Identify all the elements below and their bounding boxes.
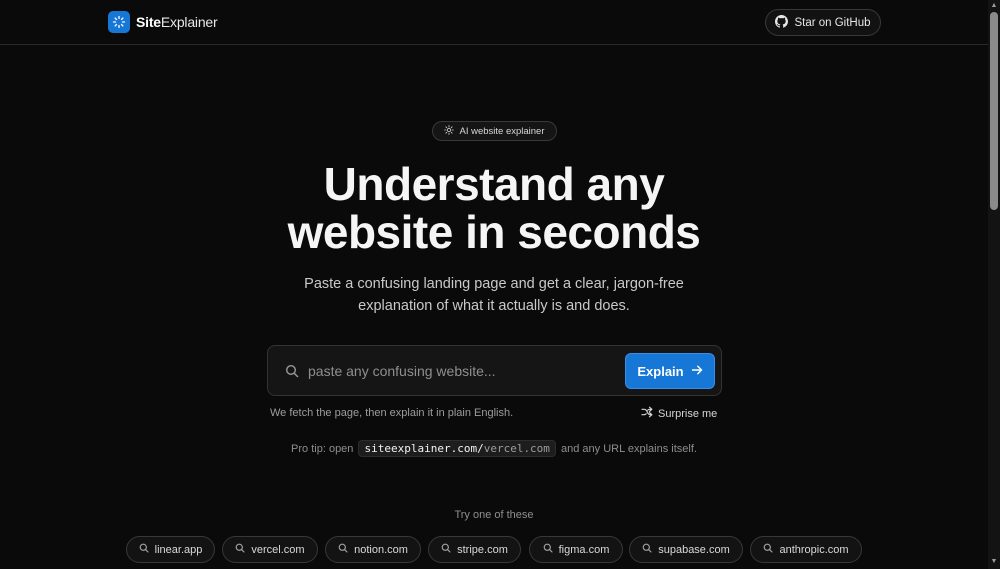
surprise-me-label: Surprise me	[658, 407, 718, 420]
hero-subtitle-line-2: explanation of what it actually is and d…	[358, 298, 630, 314]
scroll-up-arrow-icon[interactable]: ▲	[990, 2, 998, 10]
github-button-label: Star on GitHub	[794, 16, 871, 29]
pro-tip-code-host: siteexplainer.com/	[364, 442, 484, 455]
search-icon	[543, 543, 553, 556]
pro-tip-suffix: and any URL explains itself.	[561, 443, 697, 455]
example-sites-list: linear.app vercel.com notion.com stripe.…	[0, 536, 988, 563]
search-help-text: We fetch the page, then explain it in pl…	[270, 407, 514, 419]
search-icon	[235, 543, 245, 556]
pro-tip-code-path: vercel.com	[483, 442, 550, 455]
badge-label: AI website explainer	[459, 125, 545, 137]
brand-name-bold: Site	[136, 14, 161, 30]
hero-subtitle-line-1: Paste a confusing landing page and get a…	[304, 276, 684, 292]
search-icon	[285, 364, 299, 378]
sparkle-icon	[444, 124, 455, 138]
url-search-form: Explain	[267, 345, 722, 396]
explain-button[interactable]: Explain	[625, 353, 715, 389]
example-chip-label: vercel.com	[251, 543, 305, 556]
brand-loader-icon	[108, 11, 130, 33]
example-chip-label: figma.com	[558, 543, 610, 556]
example-chip[interactable]: supabase.com	[629, 536, 743, 563]
hero-title: Understand any website in seconds	[0, 160, 988, 256]
scrollbar-thumb[interactable]	[990, 12, 998, 210]
example-chip[interactable]: vercel.com	[222, 536, 318, 563]
url-input[interactable]	[308, 356, 618, 386]
star-on-github-button[interactable]: Star on GitHub	[765, 9, 881, 36]
hero-title-line-2: website in seconds	[287, 206, 701, 258]
scroll-down-arrow-icon[interactable]: ▼	[990, 558, 998, 566]
surprise-me-button[interactable]: Surprise me	[641, 406, 717, 421]
pro-tip: Pro tip: open siteexplainer.com/vercel.c…	[0, 440, 988, 457]
github-icon	[775, 14, 789, 31]
arrow-right-icon	[691, 364, 703, 379]
shuffle-icon	[641, 406, 653, 421]
example-chip-label: stripe.com	[457, 543, 508, 556]
pro-tip-prefix: Pro tip: open	[291, 443, 354, 455]
example-chip[interactable]: figma.com	[529, 536, 623, 563]
search-icon	[763, 543, 774, 556]
brand-name-rest: Explainer	[160, 14, 218, 30]
example-chip[interactable]: anthropic.com	[750, 536, 862, 563]
example-chip-label: anthropic.com	[779, 543, 849, 556]
explain-button-label: Explain	[637, 363, 684, 379]
search-icon	[441, 543, 451, 556]
try-examples-label: Try one of these	[454, 509, 534, 521]
example-chip[interactable]: stripe.com	[428, 536, 521, 563]
search-icon	[139, 543, 149, 556]
pro-tip-code[interactable]: siteexplainer.com/vercel.com	[358, 440, 556, 457]
hero-subtitle: Paste a confusing landing page and get a…	[0, 273, 988, 317]
example-chip-label: supabase.com	[658, 543, 730, 556]
page-scrollbar[interactable]: ▲ ▼	[988, 0, 1000, 569]
example-chip[interactable]: notion.com	[325, 536, 421, 563]
hero-title-line-1: Understand any	[323, 158, 665, 210]
top-navbar: SiteExplainer Star on GitHub	[0, 0, 988, 45]
search-icon	[338, 543, 348, 556]
search-icon	[642, 543, 652, 556]
ai-explainer-badge: AI website explainer	[432, 121, 557, 141]
example-chip-label: linear.app	[154, 543, 203, 556]
example-chip-label: notion.com	[354, 543, 408, 556]
brand-name: SiteExplainer	[136, 14, 218, 30]
example-chip[interactable]: linear.app	[126, 536, 215, 563]
brand-logo-link[interactable]: SiteExplainer	[108, 11, 218, 33]
